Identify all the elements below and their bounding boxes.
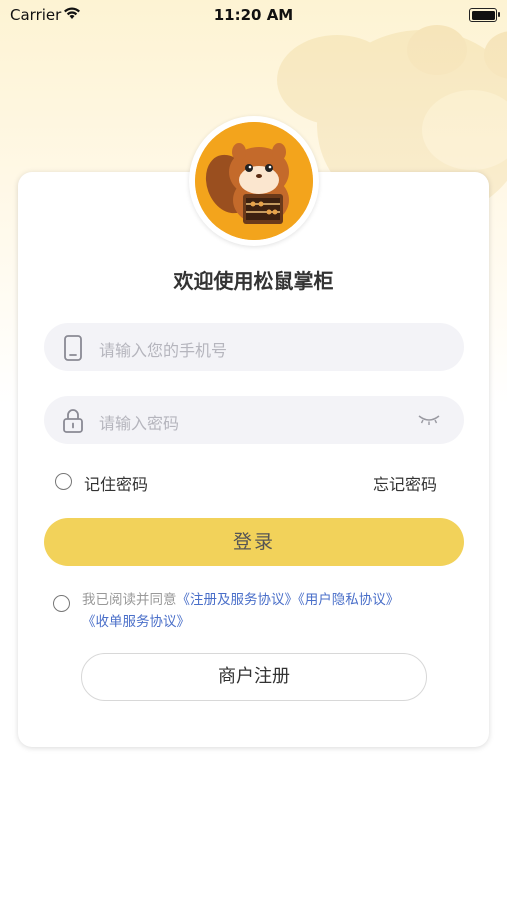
welcome-title: 欢迎使用松鼠掌柜 [173,269,334,293]
agreement-prefix: 我已阅读并同意 [82,592,177,608]
agreement-radio[interactable] [53,595,70,612]
remember-radio[interactable] [55,473,72,490]
phone-input[interactable]: 请输入您的手机号 [44,323,464,371]
phone-icon [64,335,82,361]
squirrel-logo-icon [195,122,313,240]
forgot-password-link[interactable]: 忘记密码 [373,471,437,495]
password-input[interactable]: 请输入密码 [44,396,464,444]
agreement-text: 我已阅读并同意《注册及服务协议》《用户隐私协议》 《收单服务协议》 [82,589,452,633]
eye-closed-icon[interactable] [418,414,440,426]
receipt-agreement-link[interactable]: 《收单服务协议》 [82,614,190,630]
logo-avatar [189,116,319,246]
privacy-agreement-link[interactable]: 《用户隐私协议》 [298,592,399,608]
phone-placeholder: 请输入您的手机号 [99,341,228,360]
login-button[interactable]: 登录 [44,518,464,566]
merchant-register-button[interactable]: 商户注册 [81,653,427,701]
remember-label: 记住密码 [84,475,149,494]
lock-icon [63,409,83,433]
service-agreement-link[interactable]: 《注册及服务协议》 [177,592,299,608]
password-placeholder: 请输入密码 [99,414,180,433]
